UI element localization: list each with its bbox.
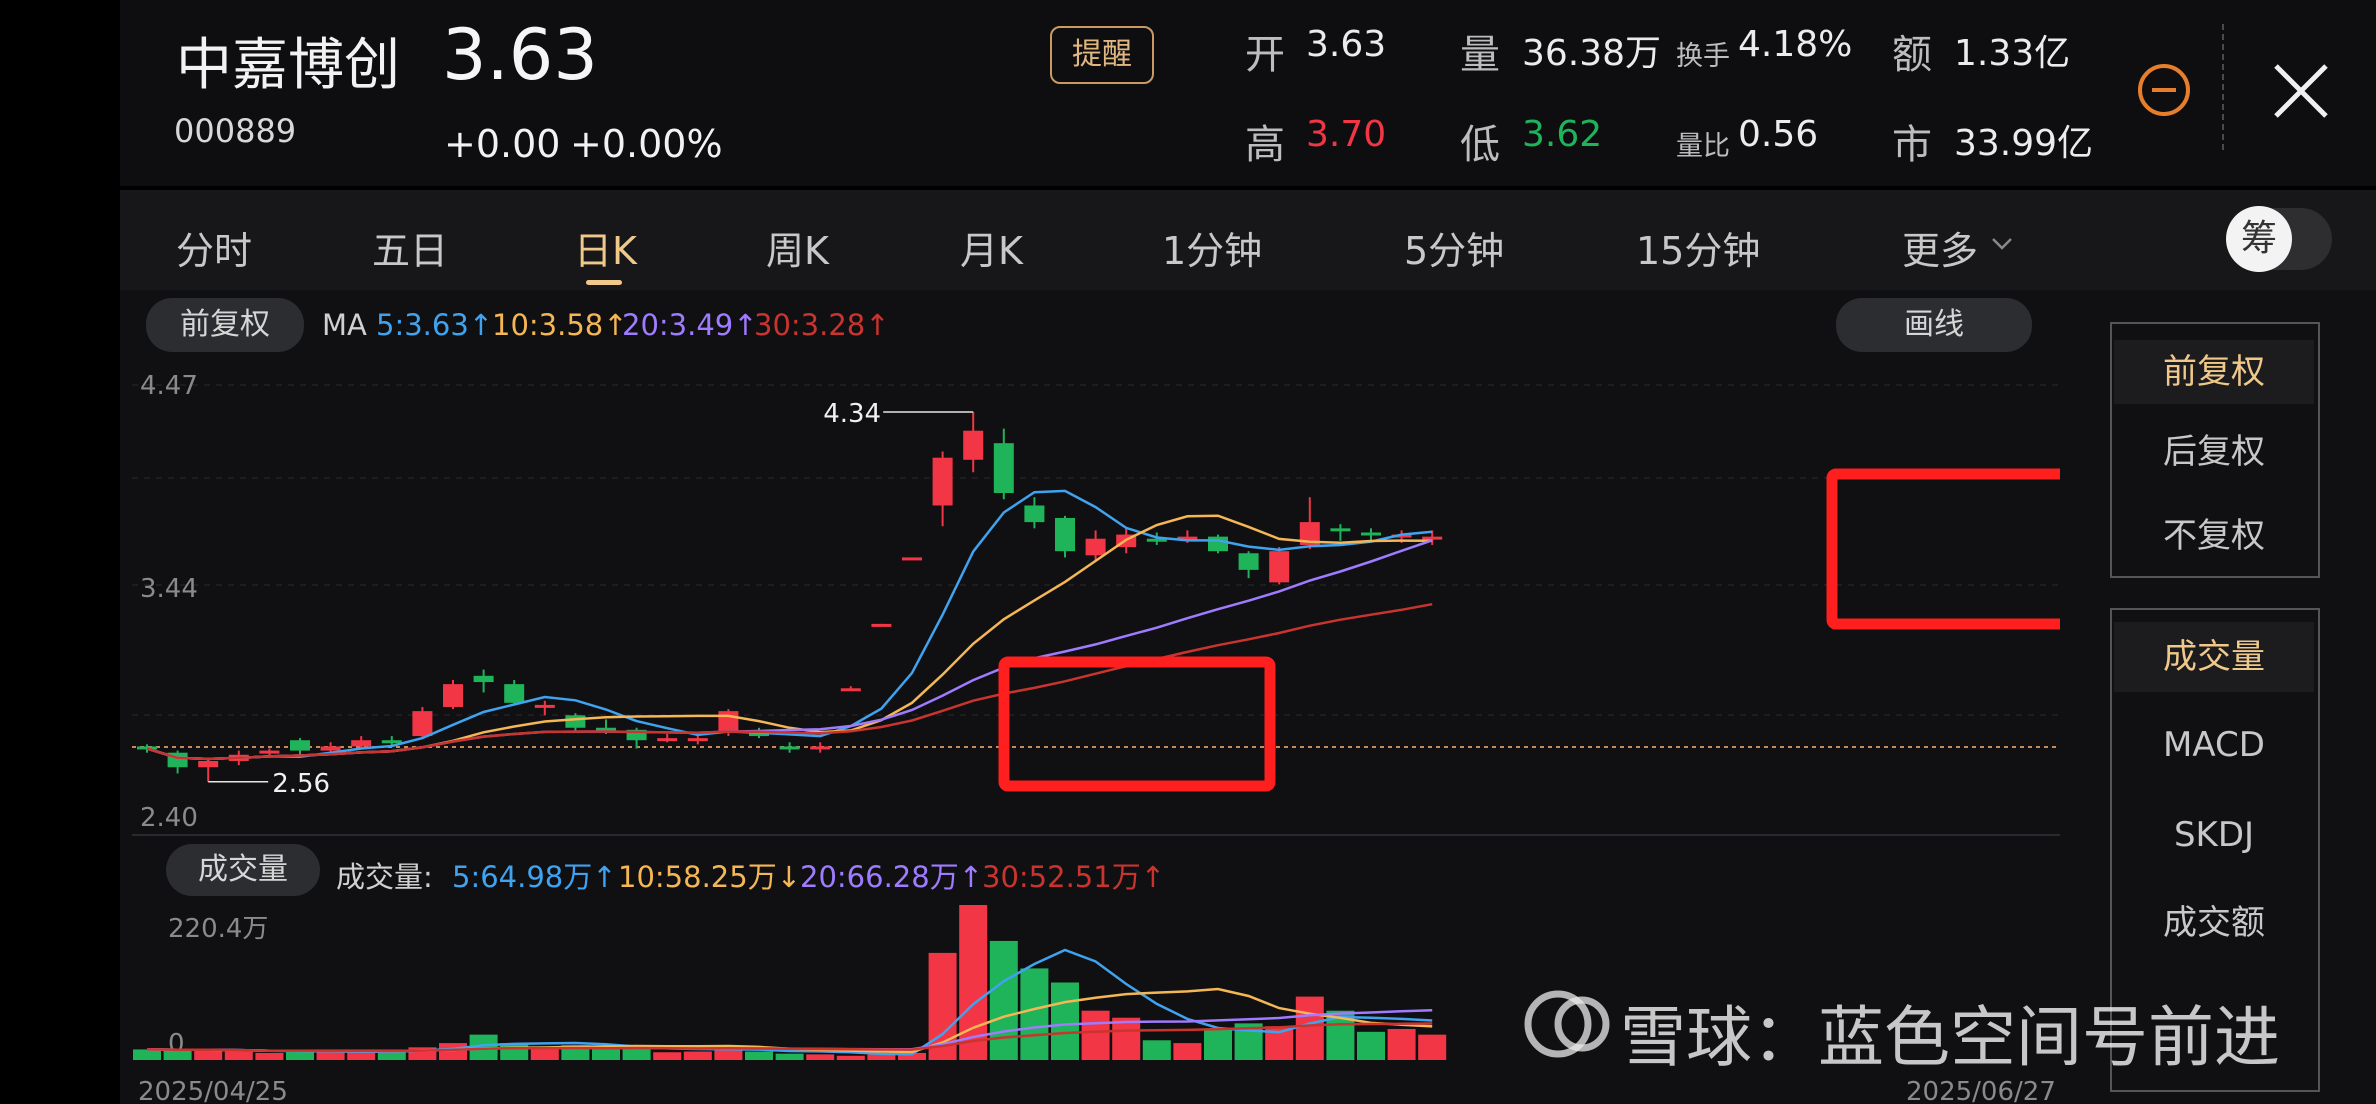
menu-skdj[interactable]: SKDJ: [2114, 800, 2314, 870]
volume-bar: [439, 1043, 467, 1060]
menu-backward-adjust[interactable]: 后复权: [2114, 420, 2314, 484]
watermark-text: 雪球：蓝色空间号前进: [1620, 999, 2280, 1076]
candle-body: [1269, 551, 1290, 583]
candle-body: [810, 746, 831, 750]
candle-body: [840, 688, 861, 692]
kline-svg: 4.473.442.40220.4万02025/04/25 2025/06/274…: [132, 371, 2118, 1104]
xueqiu-logo-icon: [1524, 990, 1610, 1058]
menu-turnover-amount[interactable]: 成交额: [2114, 888, 2314, 958]
candle-body: [718, 711, 739, 732]
volume-bar: [1081, 1010, 1110, 1060]
candle-body: [902, 557, 922, 561]
candle-body: [473, 675, 494, 683]
y-axis-label: 2.40: [140, 803, 198, 833]
candle-body: [381, 740, 402, 744]
candle-body: [1024, 505, 1045, 523]
candle-body: [993, 443, 1014, 494]
volume-bar: [500, 1043, 529, 1060]
volume-axis-label: 220.4万: [168, 914, 268, 944]
volume-bar: [1020, 968, 1049, 1060]
volume-bar: [255, 1052, 284, 1060]
volume-bar: [1357, 1031, 1385, 1060]
candle-body: [565, 715, 586, 728]
volume-bar: [653, 1052, 682, 1060]
candle-body: [351, 740, 372, 747]
candle-body: [1085, 538, 1106, 556]
volume-bar: [806, 1054, 835, 1060]
y-axis-label: 4.47: [140, 371, 198, 401]
candle-body: [443, 684, 463, 707]
ma20-line: [146, 539, 1433, 761]
min-price-label: 2.56: [272, 769, 330, 799]
x-axis-start-label: 2025/04/25: [138, 1077, 288, 1104]
max-price-label: 4.34: [823, 399, 881, 429]
menu-volume[interactable]: 成交量: [2114, 622, 2314, 692]
volume-bar: [530, 1048, 559, 1060]
ma5-line: [146, 489, 1433, 761]
candle-body: [963, 430, 984, 460]
volume-bar: [163, 1050, 192, 1060]
volume-bar: [1295, 996, 1324, 1060]
volume-bar: [1112, 1017, 1141, 1060]
volume-bar: [592, 1049, 620, 1060]
volume-bar: [1051, 982, 1079, 1060]
candle-body: [1361, 532, 1381, 536]
candle-body: [779, 746, 800, 750]
ma10-line: [146, 514, 1433, 761]
x-axis-end-label: 2025/06/27: [1906, 1077, 2056, 1104]
ma30-line: [146, 602, 1433, 761]
volume-bar: [1173, 1043, 1202, 1060]
volume-bar: [1204, 1028, 1232, 1060]
candle-body: [504, 684, 525, 703]
volume-bar: [836, 1055, 865, 1060]
candle-body: [320, 746, 341, 751]
candle-body: [1330, 528, 1351, 532]
candle-body: [1055, 517, 1075, 552]
volume-bar: [316, 1052, 345, 1060]
candle-body: [932, 457, 953, 506]
candle-body: [687, 738, 708, 742]
volume-bar: [224, 1051, 253, 1060]
candle-body: [1422, 536, 1443, 540]
candle-body: [657, 738, 678, 742]
highlight-box: [998, 656, 1276, 792]
candle-body: [412, 711, 433, 737]
volume-bar: [745, 1051, 773, 1060]
volume-bar: [286, 1051, 314, 1060]
volume-bar: [989, 940, 1018, 1060]
candle-body: [290, 740, 310, 751]
volume-bar: [683, 1051, 712, 1060]
volume-bar: [1142, 1040, 1171, 1060]
volume-bar: [133, 1049, 161, 1060]
y-axis-label: 3.44: [140, 574, 198, 604]
menu-macd[interactable]: MACD: [2114, 710, 2314, 780]
volume-bar: [775, 1053, 804, 1060]
candle-body: [534, 704, 555, 708]
menu-forward-adjust[interactable]: 前复权: [2114, 340, 2314, 404]
menu-no-adjust[interactable]: 不复权: [2114, 504, 2314, 568]
volume-bar: [1418, 1034, 1447, 1060]
candle-body: [871, 623, 892, 627]
candle-body: [1208, 536, 1228, 552]
candle-body: [1238, 553, 1259, 570]
candle-body: [259, 750, 280, 754]
volume-bar: [1387, 1029, 1416, 1060]
candle-body: [198, 760, 219, 768]
